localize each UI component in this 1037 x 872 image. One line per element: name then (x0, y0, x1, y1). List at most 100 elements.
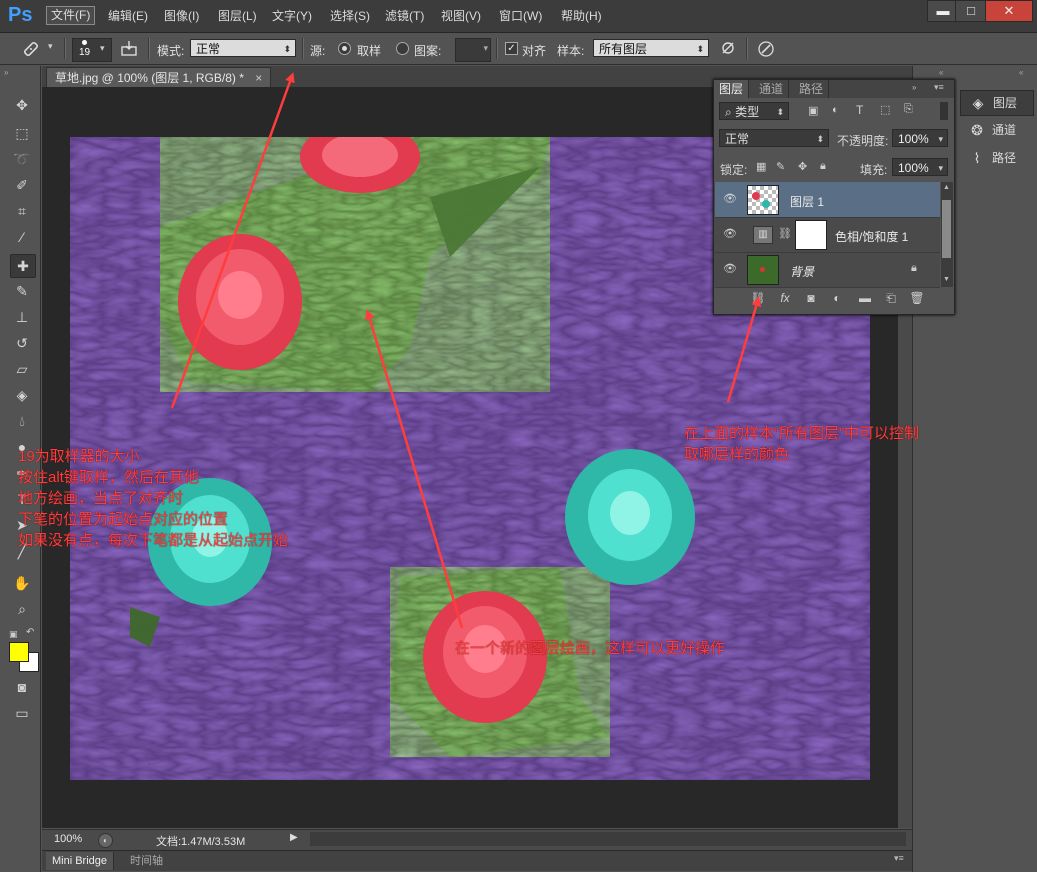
tab-layers[interactable]: 图层 (714, 80, 750, 98)
menu-item-6[interactable]: 滤镜(T) (381, 8, 428, 25)
layer-name[interactable]: 图层 1 (790, 193, 824, 210)
swap-colors-icon[interactable]: ↶ (26, 627, 34, 638)
sample-dropdown[interactable]: 所有图层 ⬍ (593, 39, 709, 57)
maximize-button[interactable]: □ (955, 0, 987, 22)
tab-channels[interactable]: 通道 (754, 80, 790, 98)
new-layer-icon[interactable]: ⎗ (882, 291, 900, 306)
scroll-down-icon[interactable]: ▼ (943, 276, 950, 283)
lock-transparent-icon[interactable]: ▦ (756, 160, 766, 173)
aligned-checkbox[interactable]: ✓ (505, 42, 518, 55)
panel-menu-icon[interactable]: ▾≡ (894, 853, 904, 864)
fill-field[interactable]: 100% ▾ (892, 158, 948, 176)
mode-dropdown[interactable]: 正常 ⬍ (190, 39, 296, 57)
fx-icon[interactable]: fx (776, 291, 794, 305)
blur-tool-icon[interactable]: 💧︎ (10, 410, 34, 432)
lock-image-icon[interactable]: ✎ (776, 160, 785, 173)
pattern-radio[interactable] (396, 42, 409, 55)
layer-row-hue-saturation[interactable]: 👁︎ ▥ ⛓ 色相/饱和度 1 (715, 217, 940, 253)
layer-mask-thumbnail[interactable] (795, 220, 827, 250)
new-group-icon[interactable]: ▬ (856, 291, 874, 305)
clone-source-panel-icon[interactable] (118, 39, 140, 60)
link-layers-icon[interactable]: ⛓ (749, 291, 767, 305)
scroll-thumb[interactable] (942, 200, 951, 258)
lasso-tool-icon[interactable]: ➰ (10, 148, 34, 170)
document-tab[interactable]: 草地.jpg @ 100% (图层 1, RGB/8) * × (46, 67, 272, 88)
close-button[interactable]: ✕ (985, 0, 1033, 22)
layers-scrollbar[interactable]: ▲ ▼ (941, 182, 953, 287)
menu-item-0[interactable]: 文件(F) (46, 6, 96, 25)
panel-button-paths[interactable]: ⌇ 路径 (960, 146, 1032, 170)
lock-position-icon[interactable]: ✥ (798, 160, 807, 173)
eyedropper-tool-icon[interactable]: ⁄ (10, 226, 34, 248)
panel-menu-icon[interactable]: ▾≡ (934, 82, 944, 93)
lock-all-icon[interactable]: 🔒︎ (820, 160, 826, 173)
crop-tool-icon[interactable]: ⌗ (10, 200, 34, 222)
eraser-tool-icon[interactable]: ▱ (10, 358, 34, 380)
menu-item-7[interactable]: 视图(V) (437, 8, 485, 25)
pressure-size-icon[interactable] (756, 40, 776, 61)
move-tool-icon[interactable]: ✥ (10, 94, 34, 116)
default-colors-icon[interactable]: ▣ (9, 629, 18, 640)
pattern-picker[interactable]: ▾ (455, 38, 491, 62)
link-icon[interactable]: ⛓ (778, 227, 792, 240)
marquee-tool-icon[interactable]: ⬚ (10, 122, 34, 144)
collapse-arrows-icon[interactable]: » (4, 68, 8, 77)
menu-item-9[interactable]: 帮助(H) (557, 8, 606, 25)
add-mask-icon[interactable]: ◙ (802, 291, 820, 305)
layer-row-background[interactable]: 👁︎ 背景 🔒︎ (715, 252, 940, 288)
menu-item-3[interactable]: 图层(L) (214, 8, 261, 25)
zoom-tool-icon[interactable]: ⌕ (10, 598, 34, 620)
shape-filter-icon[interactable]: ⬚ (880, 103, 890, 116)
sampled-radio[interactable] (338, 42, 351, 55)
hand-tool-icon[interactable]: ✋ (10, 572, 34, 594)
brush-tool-icon[interactable]: ✎ (10, 280, 34, 302)
status-menu-arrow-icon[interactable]: ▶ (290, 832, 298, 843)
delete-layer-icon[interactable]: 🗑︎ (908, 291, 926, 305)
zoom-level[interactable]: 100% (54, 833, 82, 845)
tab-paths[interactable]: 路径 (794, 80, 830, 98)
healing-brush-icon[interactable] (20, 39, 42, 59)
brush-size-picker[interactable]: 19 ▾ (72, 38, 112, 62)
blend-mode-dropdown[interactable]: 正常 ⬍ (719, 129, 829, 147)
paint-bucket-tool-icon[interactable]: ◈ (10, 384, 34, 406)
tool-preset-arrow-icon[interactable]: ▾ (48, 41, 53, 52)
panel-button-channels[interactable]: ❂ 通道 (960, 118, 1032, 142)
collapse-arrows-icon[interactable]: « (939, 68, 943, 77)
ignore-adjustment-layers-icon[interactable] (718, 40, 738, 59)
type-filter-icon[interactable]: T (856, 103, 863, 117)
visibility-eye-icon[interactable]: 👁︎ (723, 262, 737, 275)
history-brush-tool-icon[interactable]: ↺ (10, 332, 34, 354)
adjustment-filter-icon[interactable]: ◐ (832, 104, 839, 116)
clone-stamp-tool-icon[interactable]: ⊥ (10, 306, 34, 328)
menu-item-1[interactable]: 编辑(E) (104, 8, 152, 25)
panel-button-layers[interactable]: ◈ 图层 (960, 90, 1034, 116)
scroll-up-icon[interactable]: ▲ (943, 184, 950, 191)
screen-mode-icon[interactable]: ▭ (10, 702, 34, 724)
menu-item-2[interactable]: 图像(I) (160, 8, 203, 25)
close-tab-icon[interactable]: × (255, 71, 262, 85)
collapse-arrows-icon[interactable]: » (912, 83, 916, 92)
smart-object-filter-icon[interactable]: ⎘ (904, 103, 913, 116)
tab-timeline[interactable]: 时间轴 (124, 852, 169, 870)
visibility-eye-icon[interactable]: 👁︎ (723, 192, 737, 205)
quick-mask-icon[interactable]: ◙ (10, 676, 34, 698)
opacity-field[interactable]: 100% ▾ (892, 129, 948, 147)
layer-name[interactable]: 背景 (790, 263, 814, 280)
menu-item-5[interactable]: 选择(S) (326, 8, 374, 25)
quick-selection-tool-icon[interactable]: ✐ (10, 174, 34, 196)
collapse-arrows-icon[interactable]: « (1019, 68, 1023, 77)
image-filter-icon[interactable]: ▣ (808, 104, 818, 117)
healing-brush-tool-icon[interactable]: ✚ (10, 254, 36, 278)
menu-item-4[interactable]: 文字(Y) (268, 8, 316, 25)
horizontal-scrollbar[interactable] (310, 832, 906, 846)
status-icon[interactable]: ◐ (98, 833, 113, 848)
tab-mini-bridge[interactable]: Mini Bridge (46, 852, 115, 870)
layer-filter-dropdown[interactable]: ⌕ 类型 ⬍ (719, 102, 789, 120)
layer-row-layer1[interactable]: 👁︎ 图层 1 (715, 182, 940, 218)
foreground-color-swatch[interactable] (9, 642, 29, 662)
layer-name[interactable]: 色相/饱和度 1 (835, 228, 908, 245)
visibility-eye-icon[interactable]: 👁︎ (723, 227, 737, 240)
adjustment-layer-icon[interactable]: ◐ (828, 291, 846, 305)
filter-toggle[interactable] (940, 102, 948, 120)
menu-item-8[interactable]: 窗口(W) (495, 8, 546, 25)
